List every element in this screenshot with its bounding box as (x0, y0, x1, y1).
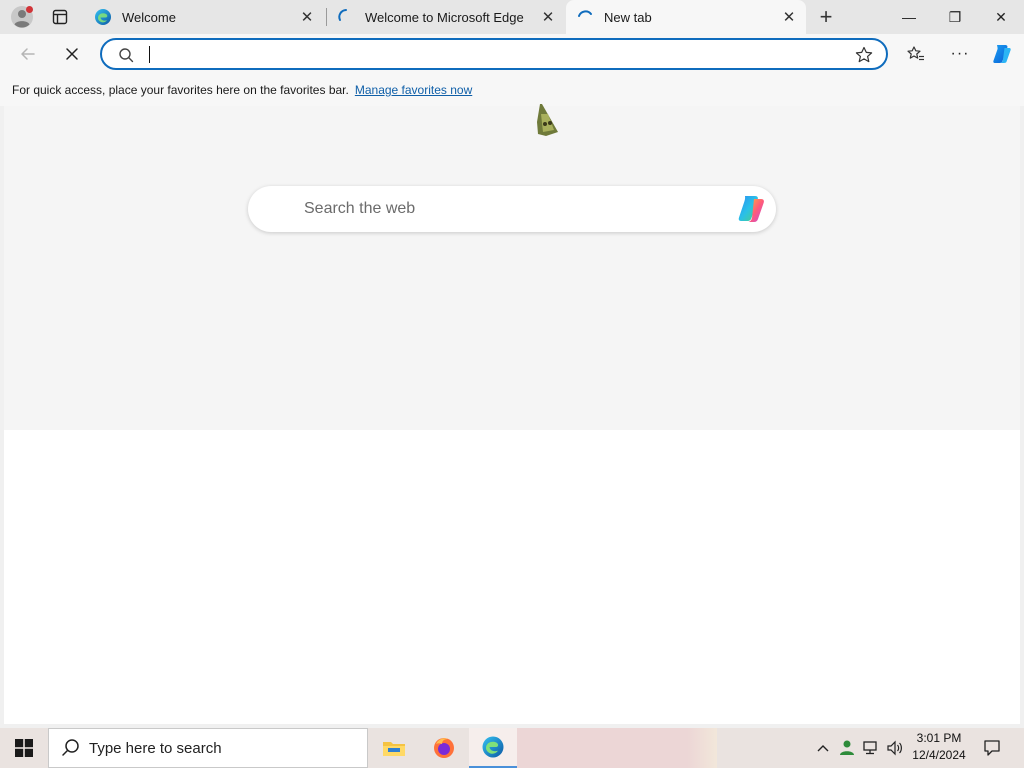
page-frame-edge (1020, 106, 1024, 724)
tab-title: Welcome to Microsoft Edge (365, 9, 524, 25)
clock-date: 12/4/2024 (912, 748, 966, 762)
loading-spinner-icon (338, 9, 347, 21)
tab-close-button[interactable]: ✕ (537, 6, 559, 28)
edge-icon (482, 736, 504, 758)
tab-welcome[interactable]: Welcome ✕ (84, 0, 324, 34)
profile-notification-dot (26, 6, 33, 13)
tab-actions-menu-button[interactable] (48, 5, 72, 29)
settings-more-button[interactable]: ··· (944, 38, 976, 70)
tray-volume[interactable] (884, 728, 906, 768)
taskbar-file-explorer[interactable] (370, 728, 418, 768)
tab-new-tab[interactable]: New tab ✕ (566, 0, 806, 34)
taskbar-clock[interactable]: 3:01 PM 12/4/2024 (906, 730, 972, 766)
taskbar-firefox[interactable] (420, 728, 468, 768)
copilot-icon (993, 45, 1011, 63)
copilot-button[interactable] (986, 38, 1018, 70)
tab-close-button[interactable]: ✕ (778, 6, 800, 28)
search-icon (119, 48, 134, 63)
notification-icon (984, 740, 1000, 756)
text-caret (149, 46, 150, 63)
favorites-bar: For quick access, place your favorites h… (0, 74, 1024, 106)
tab-welcome-to-microsoft-edge[interactable]: Welcome to Microsoft Edge ✕ (327, 0, 565, 34)
firefox-icon (434, 738, 454, 758)
stop-icon (66, 48, 78, 60)
favorites-button[interactable] (900, 38, 932, 70)
add-favorite-star-icon[interactable] (854, 45, 874, 65)
animated-cursor-sprite-icon (537, 104, 558, 136)
chevron-up-icon (817, 745, 829, 752)
minimize-button[interactable]: — (886, 0, 932, 34)
tab-strip: Welcome ✕ Welcome to Microsoft Edge ✕ Ne… (0, 0, 1024, 34)
web-search-box[interactable]: Search the web (248, 186, 776, 232)
browser-toolbar: ··· (0, 34, 1024, 74)
volume-icon (887, 740, 902, 756)
tray-user-status[interactable] (836, 728, 858, 768)
close-window-button[interactable]: ✕ (978, 0, 1024, 34)
taskbar-wallpaper-region (517, 728, 717, 768)
action-center-button[interactable] (980, 728, 1004, 768)
taskbar-search-box[interactable]: Type here to search (48, 728, 368, 768)
tab-title: New tab (604, 9, 652, 25)
tray-network[interactable] (860, 728, 882, 768)
taskbar-edge[interactable] (469, 728, 517, 768)
search-icon (62, 739, 79, 756)
windows-logo-icon (15, 739, 33, 757)
start-button[interactable] (0, 728, 48, 768)
favorites-bar-message: For quick access, place your favorites h… (12, 83, 349, 97)
profile-button[interactable] (10, 5, 34, 29)
copilot-color-icon[interactable] (736, 194, 768, 224)
back-button[interactable] (12, 38, 44, 70)
address-input[interactable] (152, 43, 842, 65)
user-status-icon (840, 740, 854, 755)
edge-logo-icon (95, 9, 111, 25)
restore-button[interactable]: ❐ (932, 0, 978, 34)
network-icon (863, 741, 877, 755)
new-tab-page: Search the web (4, 106, 1020, 724)
stop-loading-button[interactable] (56, 38, 88, 70)
taskbar-search-placeholder: Type here to search (89, 739, 222, 757)
new-tab-page-background (4, 106, 1020, 430)
show-hidden-icons-button[interactable] (812, 728, 834, 768)
tab-actions-icon (52, 9, 68, 25)
tab-title: Welcome (122, 9, 176, 25)
new-tab-button[interactable]: + (814, 4, 838, 29)
address-bar[interactable] (100, 38, 888, 70)
loading-spinner-icon (578, 10, 592, 17)
clock-time: 3:01 PM (916, 731, 962, 745)
manage-favorites-link[interactable]: Manage favorites now (355, 83, 472, 97)
windows-taskbar: Type here to search 3:01 PM 12/4/2024 (0, 728, 1024, 768)
web-search-placeholder: Search the web (304, 200, 416, 217)
favorites-star-list-icon (907, 46, 924, 61)
file-explorer-icon (383, 742, 405, 756)
back-arrow-icon (21, 48, 35, 60)
tab-close-button[interactable]: ✕ (296, 6, 318, 28)
